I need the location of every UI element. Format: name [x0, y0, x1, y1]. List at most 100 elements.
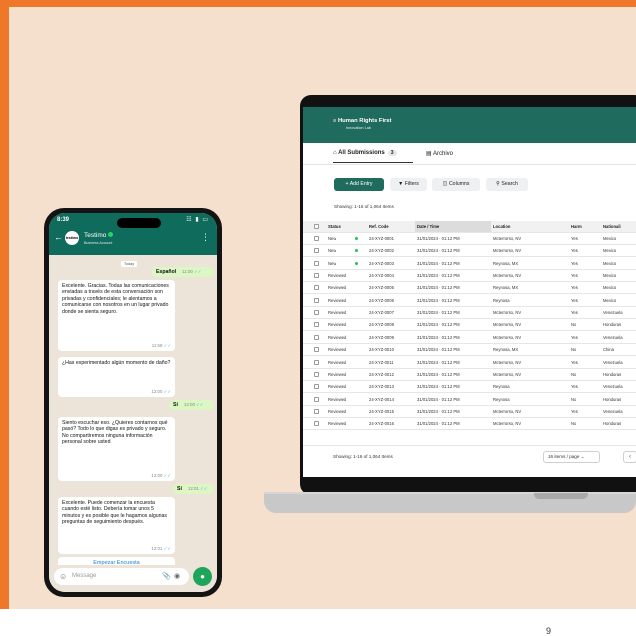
attach-icon[interactable]: 📎 [162, 572, 171, 580]
table-row[interactable]: New 24-XYZ-0003 31/01/2024 · 01:12 PM Reyno… [303, 258, 636, 270]
cell-ref-code: 24-XYZ-0006 [369, 297, 394, 303]
cell-date-time: 31/01/2024 · 01:12 PM [417, 260, 460, 266]
table-row[interactable]: Reviewed 24-XYZ-0011 31/01/2024 · 01:12 PM… [303, 357, 636, 369]
cell-harm: Yes [571, 285, 578, 291]
row-checkbox[interactable] [314, 310, 319, 316]
items-per-page-select[interactable]: 16 items / page ⌄ [543, 451, 600, 463]
back-arrow-icon[interactable]: ← [54, 232, 63, 242]
table-row[interactable]: Reviewed 24-XYZ-0006 31/01/2024 · 01:12 PM… [303, 295, 636, 307]
cell-location: Reynosa [493, 396, 510, 402]
filters-button[interactable]: ▼ Filters [390, 178, 427, 191]
row-checkbox[interactable] [314, 359, 319, 365]
chevron-left-icon: ‹ [629, 454, 631, 460]
tab-archive[interactable]: ▤ Archivo [426, 150, 453, 157]
avatar[interactable]: testimo [65, 231, 79, 245]
table-row[interactable]: Reviewed 24-XYZ-0013 31/01/2024 · 01:12 PM… [303, 381, 636, 394]
cell-nationality: Mexico [603, 285, 617, 291]
column-header-location[interactable]: Location [491, 221, 569, 232]
search-icon: ⚲ [496, 181, 500, 187]
tab-all-submissions[interactable]: ⌂ All Submissions 3 [333, 150, 397, 156]
cell-date-time: 31/01/2024 · 01:12 PM [417, 334, 460, 340]
cell-date-time: 31/01/2024 · 01:12 PM [417, 297, 460, 303]
table-row[interactable]: Reviewed 24-XYZ-0008 31/01/2024 · 01:12 PM… [303, 319, 636, 332]
read-ticks-icon: ✓✓ [200, 486, 208, 491]
message-in[interactable]: Excelente. Puede comenzar la encuesta cu… [58, 497, 175, 554]
message-out[interactable]: Sí 12:01 ✓✓ [173, 484, 213, 495]
columns-label: Columns [448, 181, 470, 187]
row-checkbox[interactable] [314, 384, 319, 390]
read-ticks-icon: ✓✓ [163, 472, 171, 478]
row-checkbox[interactable] [314, 248, 319, 254]
message-time: 12:01 ✓✓ [151, 546, 171, 552]
message-in[interactable]: ¿Has experimentado algún momento de daño… [58, 357, 175, 397]
phone-screen: 8:39 ☷ ▮ ▭ ← testimo Testimo Business Ac… [49, 213, 217, 592]
table-row[interactable]: Reviewed 24-XYZ-0009 31/01/2024 · 01:12 PM… [303, 332, 636, 344]
showing-count-top: Showing: 1-16 of 1,064 Items [334, 204, 394, 209]
column-header-date-time[interactable]: Date / Time [415, 221, 491, 232]
table-row[interactable]: Reviewed 24-XYZ-0007 31/01/2024 · 01:12 PM… [303, 307, 636, 320]
column-header-ref-code[interactable]: Ref. Code [367, 221, 415, 232]
add-entry-button[interactable]: + Add Entry [334, 178, 384, 191]
cell-ref-code: 24-XYZ-0013 [369, 384, 394, 390]
row-checkbox[interactable] [314, 260, 319, 266]
table-row[interactable]: New 24-XYZ-0001 31/01/2024 · 01:12 PM Mcter… [303, 233, 636, 245]
table-row[interactable]: Reviewed 24-XYZ-0010 31/01/2024 · 01:12 PM… [303, 344, 636, 357]
cell-harm: Yes [571, 384, 578, 390]
emoji-icon[interactable]: ☺ [59, 572, 67, 581]
prev-page-button[interactable]: ‹ [623, 451, 636, 463]
table-row[interactable]: Reviewed 24-XYZ-0005 31/01/2024 · 01:12 PM… [303, 282, 636, 295]
cell-date-time: 31/01/2024 · 01:12 PM [417, 421, 460, 427]
columns-button[interactable]: ◫ Columns [432, 178, 480, 191]
columns-icon: ◫ [442, 181, 448, 187]
column-header-harm[interactable]: Harm [569, 221, 601, 232]
table-row[interactable]: Reviewed 24-XYZ-0016 31/01/2024 · 01:12 PM… [303, 418, 636, 431]
message-text: Excelente. Puede comenzar la encuesta cu… [62, 500, 167, 526]
new-status-dot-icon [355, 261, 358, 265]
message-out[interactable]: Español 11:00 ✓✓ [152, 267, 213, 278]
cell-nationality: Venezuela [603, 310, 623, 316]
column-header-nationality[interactable]: Nationali [601, 221, 636, 232]
message-time: 12:00 ✓✓ [151, 473, 171, 479]
cell-harm: No [571, 396, 577, 402]
row-checkbox[interactable] [314, 322, 319, 328]
row-checkbox[interactable] [314, 347, 319, 353]
message-in[interactable]: Siento escuchar eso. ¿Quieres contarnos … [58, 417, 175, 481]
more-options-icon[interactable]: ⋮ [201, 232, 210, 243]
cell-ref-code: 24-XYZ-0015 [369, 408, 394, 414]
contact-name[interactable]: Testimo [84, 232, 114, 239]
table-row[interactable]: Reviewed 24-XYZ-0004 31/01/2024 · 01:12 PM… [303, 270, 636, 283]
table-row[interactable]: Reviewed 24-XYZ-0015 31/01/2024 · 01:12 PM… [303, 406, 636, 418]
brand-subtitle: Innovation Lab [346, 126, 371, 130]
camera-icon[interactable]: ◉ [174, 572, 180, 580]
showing-count-bottom: Showing: 1-16 of 1,064 Items [333, 454, 393, 459]
row-checkbox[interactable] [314, 421, 319, 427]
table-row[interactable]: Reviewed 24-XYZ-0012 31/01/2024 · 01:12 PM… [303, 369, 636, 381]
tab-label: Archivo [433, 151, 454, 157]
message-in[interactable]: Excelente. Gracias. Todas las comunicaci… [58, 280, 175, 351]
row-checkbox[interactable] [314, 396, 319, 402]
filter-icon: ▼ [398, 181, 404, 187]
message-text: Sí [173, 402, 178, 408]
table-row[interactable]: Reviewed 24-XYZ-0014 31/01/2024 · 01:12 PM… [303, 394, 636, 406]
row-checkbox[interactable] [314, 236, 319, 241]
message-out[interactable]: Sí 12:00 ✓✓ [169, 400, 213, 411]
table-row[interactable]: New 24-XYZ-0002 31/01/2024 · 01:12 PM Mcter… [303, 245, 636, 258]
row-checkbox[interactable] [314, 408, 319, 414]
column-header-status[interactable]: Status [326, 221, 367, 232]
row-checkbox[interactable] [314, 371, 319, 377]
cell-ref-code: 24-XYZ-0003 [369, 260, 394, 266]
active-tab-indicator [333, 162, 413, 164]
row-checkbox[interactable] [314, 285, 319, 291]
row-checkbox[interactable] [314, 334, 319, 340]
row-checkbox[interactable] [314, 297, 319, 303]
cell-status: Reviewed [328, 396, 347, 402]
brand-logo[interactable]: ≡ Human Rights First [333, 118, 391, 124]
mic-icon[interactable]: ● [193, 567, 212, 586]
row-checkbox[interactable] [314, 273, 319, 279]
message-input[interactable]: ☺ Message 📎 ◉ [54, 568, 189, 585]
read-ticks-icon: ✓✓ [163, 545, 171, 551]
status-icons: ☷ ▮ ▭ [186, 216, 209, 223]
select-all-checkbox[interactable] [314, 224, 319, 229]
search-button[interactable]: ⚲ Search [486, 178, 528, 191]
chat-area[interactable]: Today Español 11:00 ✓✓ Excelente. Gracias… [49, 255, 217, 569]
